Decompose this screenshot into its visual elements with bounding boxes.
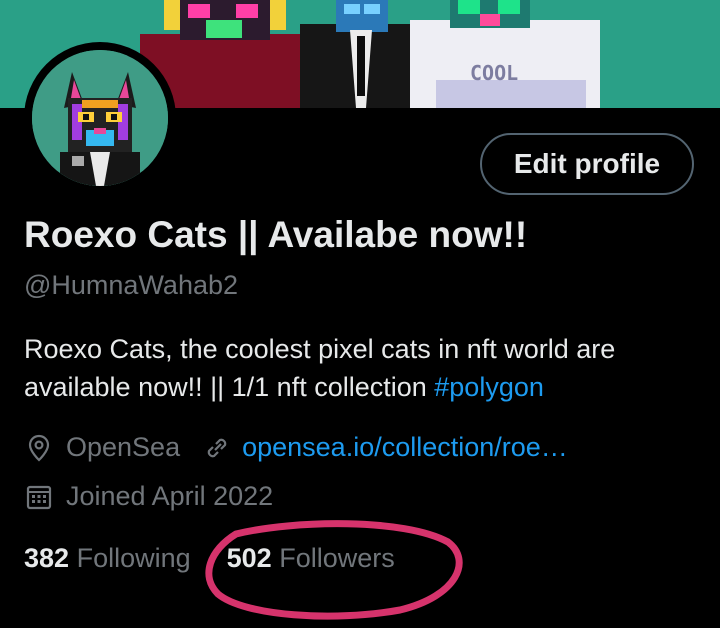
bio-hashtag-link[interactable]: #polygon	[434, 372, 544, 402]
banner-shirt-text: COOL	[470, 61, 518, 85]
profile-bio: Roexo Cats, the coolest pixel cats in nf…	[24, 330, 714, 406]
followers-label: Followers	[279, 543, 395, 573]
profile-website-link[interactable]: opensea.io/collection/roe…	[242, 432, 568, 463]
profile-handle: @HumnaWahab2	[24, 270, 239, 300]
profile-meta-joined-row: Joined April 2022	[24, 481, 273, 512]
profile-location: OpenSea	[66, 432, 181, 462]
profile-stats: 382 Following 502 Followers	[24, 543, 395, 574]
calendar-icon	[24, 482, 54, 512]
followers-count: 502	[226, 543, 272, 573]
profile-avatar[interactable]	[24, 42, 176, 194]
following-count: 382	[24, 543, 70, 573]
link-icon	[202, 433, 232, 463]
avatar-image	[32, 50, 168, 186]
followers-link[interactable]: 502 Followers	[227, 543, 395, 573]
following-link[interactable]: 382 Following	[24, 543, 191, 573]
profile-joined-date: Joined April 2022	[66, 481, 274, 511]
following-label: Following	[76, 543, 191, 573]
profile-meta-location-row: OpenSea opensea.io/collection/roe…	[24, 432, 568, 463]
location-pin-icon	[24, 433, 54, 463]
edit-profile-button[interactable]: Edit profile	[480, 133, 694, 195]
profile-display-name: Roexo Cats || Availabe now!!	[24, 214, 528, 255]
